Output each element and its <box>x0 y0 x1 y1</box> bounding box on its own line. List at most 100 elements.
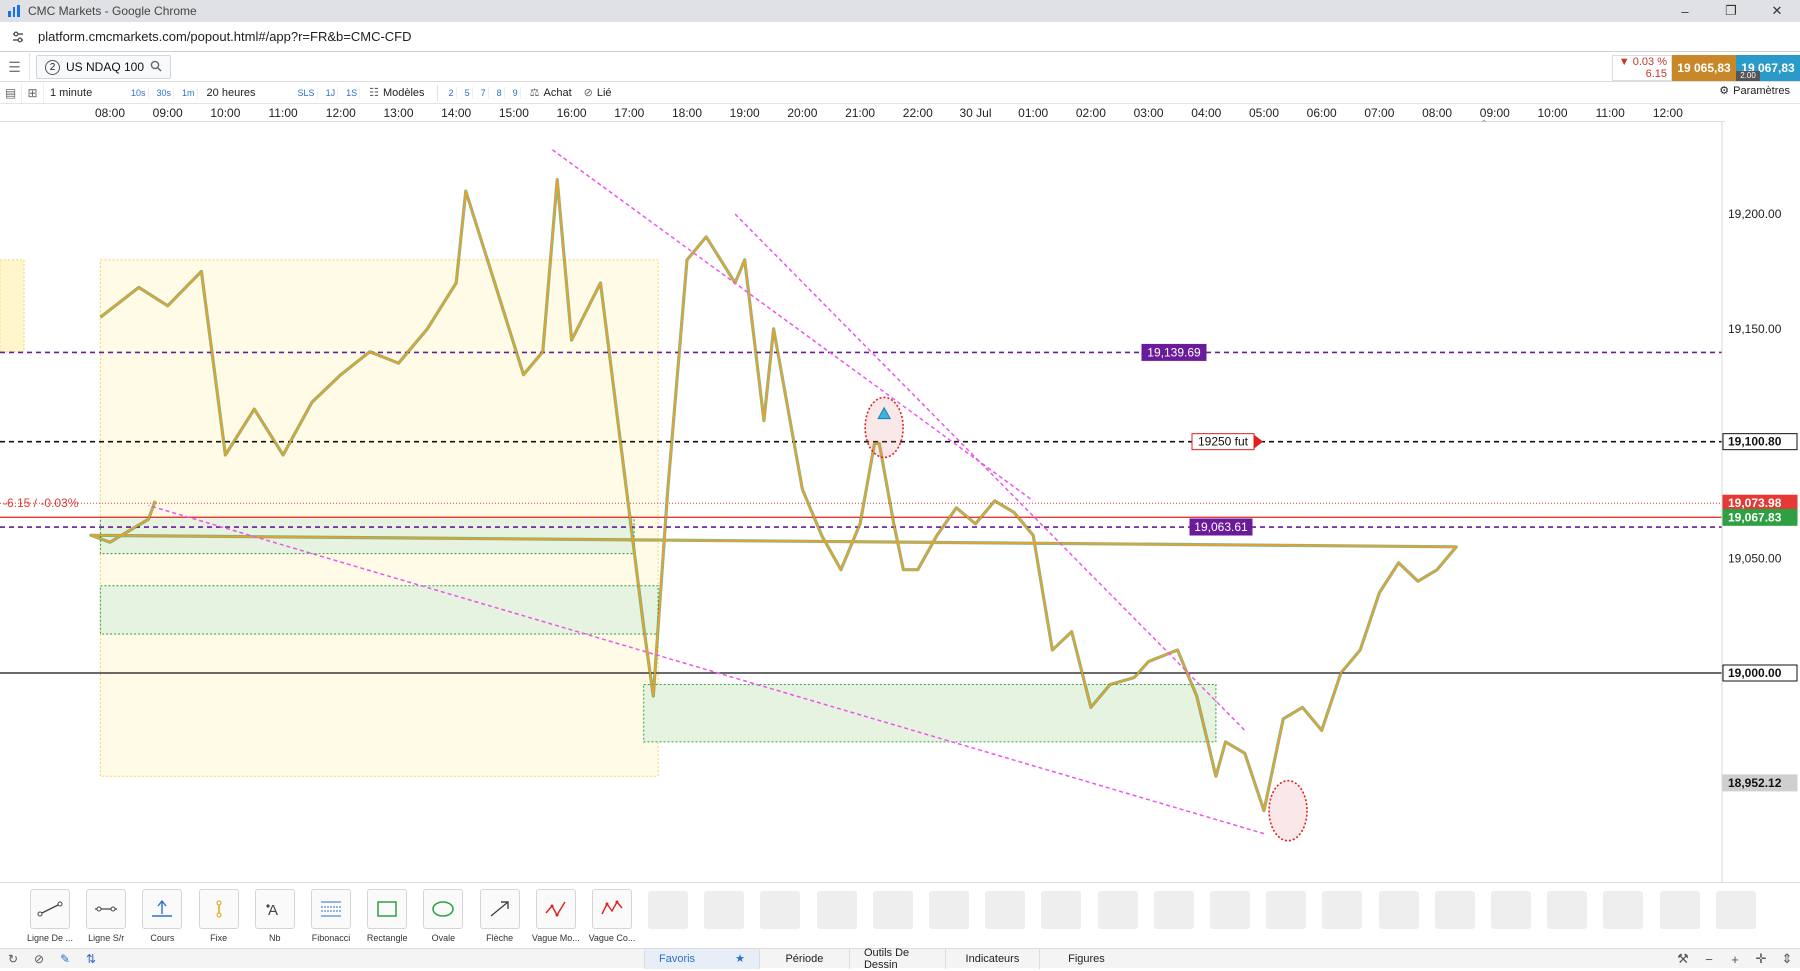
tool-fixed-line[interactable]: Fixe <box>191 889 247 943</box>
empty-tool-slot[interactable] <box>1603 891 1644 929</box>
magnet-icon[interactable]: ⇅ <box>78 949 104 969</box>
interval-select[interactable]: 1 minute <box>50 87 120 99</box>
arrow-icon[interactable] <box>479 889 520 929</box>
tab-indicators[interactable]: Indicateurs <box>944 948 1039 969</box>
sr-line-icon[interactable] <box>86 889 127 929</box>
interval-30s-button[interactable]: 30s <box>155 86 175 99</box>
buy-order-button[interactable]: ⚖ Achat <box>530 86 572 100</box>
address-bar[interactable]: platform.cmcmarkets.com/popout.html#/app… <box>0 22 1800 52</box>
range-1j-button[interactable]: 1J <box>324 86 339 99</box>
level-label-19063[interactable]: 19,063.61 <box>1189 518 1253 536</box>
price-chart[interactable]: 19,139.69 19250 fut 19,063.61 -6.15 / -0.03… <box>0 122 1800 882</box>
highlight-ellipse[interactable] <box>1268 779 1308 842</box>
app-logo-icon <box>8 5 21 17</box>
empty-tool-slot[interactable] <box>929 891 969 929</box>
tab-period[interactable]: Période <box>758 948 849 969</box>
close-window-button[interactable]: ✕ <box>1754 0 1800 22</box>
tool-text-note[interactable]: A Nb <box>247 889 303 943</box>
empty-tool-slot[interactable] <box>648 891 688 929</box>
oval-icon[interactable] <box>423 889 464 929</box>
tool-oval[interactable]: Ovale <box>415 889 471 943</box>
chart-list-icon[interactable]: ▤ <box>0 82 22 103</box>
empty-tool-slot[interactable] <box>985 891 1026 929</box>
menu-icon[interactable]: ☰ <box>0 52 30 82</box>
tab-figures[interactable]: Figures <box>1038 948 1133 969</box>
rectangle-icon[interactable] <box>367 889 408 929</box>
empty-tool-slot[interactable] <box>1715 891 1756 929</box>
highlight-ellipse[interactable] <box>864 396 904 459</box>
empty-tool-slot[interactable] <box>872 891 913 929</box>
empty-tool-slot[interactable] <box>1097 891 1138 929</box>
templates-button[interactable]: ☷ Modèles <box>369 86 424 100</box>
instrument-tab[interactable]: 2 US NDAQ 100 <box>36 55 172 79</box>
expand-icon[interactable]: ⇕ <box>1774 949 1800 969</box>
empty-tool-slot[interactable] <box>1659 891 1700 929</box>
site-info-icon[interactable] <box>10 29 26 45</box>
empty-tool-slot[interactable] <box>1547 891 1588 929</box>
green-supply-zone[interactable] <box>99 585 659 635</box>
time-tick-label: 19:00 <box>729 106 760 120</box>
corrective-wave-icon[interactable] <box>592 889 632 929</box>
tool-rectangle[interactable]: Rectangle <box>359 889 415 943</box>
range-1s-button[interactable]: 1S <box>344 86 361 99</box>
empty-tool-slot[interactable] <box>704 891 745 929</box>
price-chart-svg[interactable]: 19,139.69 19250 fut 19,063.61 -6.15 / -0.03… <box>0 122 1800 882</box>
tool-trend-line[interactable]: Ligne De ... <box>22 889 78 943</box>
interval-1m-button[interactable]: 1m <box>180 86 198 99</box>
price-marker-icon[interactable] <box>142 889 183 929</box>
tab-drawing-tools[interactable]: Outils De Dessin <box>848 947 945 971</box>
template-8-button[interactable]: 8 <box>495 86 505 99</box>
tool-arrow[interactable]: Flèche <box>472 889 528 943</box>
crosshair-icon[interactable]: ✛ <box>1748 949 1774 969</box>
zoom-out-icon[interactable]: − <box>1696 949 1722 969</box>
tool-fibonacci[interactable]: Fibonacci <box>303 889 359 943</box>
level-label-19250-fut[interactable]: 19250 fut <box>1191 433 1255 451</box>
empty-tool-slot[interactable] <box>1322 891 1363 929</box>
axis-label-19100-text: 19,100.80 <box>1728 435 1782 449</box>
linked-button[interactable]: ⊘ Lié <box>584 86 612 100</box>
level-label-19139[interactable]: 19,139.69 <box>1141 343 1207 361</box>
refresh-icon[interactable]: ↻ <box>0 949 26 969</box>
interval-10s-button[interactable]: 10s <box>129 86 149 99</box>
pencil-icon[interactable]: ✎ <box>52 949 78 969</box>
empty-tool-slot[interactable] <box>1266 891 1307 929</box>
empty-tool-slot[interactable] <box>1210 891 1250 929</box>
template-7-button[interactable]: 7 <box>479 86 489 99</box>
search-icon[interactable] <box>150 60 162 75</box>
empty-tool-slot[interactable] <box>1434 891 1475 929</box>
green-demand-zone[interactable] <box>643 683 1217 743</box>
sell-price-button[interactable]: 19 065,83 <box>1672 55 1736 81</box>
range-sls-button[interactable]: SLS <box>296 86 318 99</box>
empty-tool-slot[interactable] <box>1041 891 1082 929</box>
wave-icon[interactable] <box>535 889 576 929</box>
maximize-button[interactable]: ❐ <box>1708 0 1754 22</box>
empty-tool-slot[interactable] <box>1378 891 1419 929</box>
window-title: CMC Markets - Google Chrome <box>28 4 197 18</box>
minimize-button[interactable]: – <box>1662 0 1708 22</box>
fibonacci-icon[interactable] <box>311 889 351 929</box>
empty-tool-slot[interactable] <box>816 891 857 929</box>
tool-corrective-wave[interactable]: Vague Co... <box>584 889 640 943</box>
settings-tool-icon[interactable]: ⚒ <box>1670 949 1696 969</box>
fixed-line-icon[interactable] <box>198 889 239 929</box>
settings-button[interactable]: ⚙ Paramètres <box>1719 84 1790 98</box>
range-select[interactable]: 20 heures <box>207 87 287 99</box>
empty-tool-slot[interactable] <box>760 891 801 929</box>
block-icon[interactable]: ⊘ <box>26 949 52 969</box>
trend-line-icon[interactable] <box>30 889 70 929</box>
tool-label: Fibonacci <box>311 933 351 943</box>
text-note-icon[interactable]: A <box>254 889 295 929</box>
tool-sr-line[interactable]: Ligne S/r <box>78 889 134 943</box>
tab-favorites[interactable]: Favoris ★ <box>644 948 759 969</box>
empty-tool-slot[interactable] <box>1491 891 1531 929</box>
layout-grid-icon[interactable]: ⊞ <box>22 82 44 103</box>
template-5-button[interactable]: 5 <box>463 86 473 99</box>
template-9-button[interactable]: 9 <box>511 86 521 99</box>
zoom-in-icon[interactable]: + <box>1722 949 1748 969</box>
url-text[interactable]: platform.cmcmarkets.com/popout.html#/app… <box>38 29 412 44</box>
template-2-button[interactable]: 2 <box>447 86 457 99</box>
tool-price-marker[interactable]: Cours <box>134 889 190 943</box>
time-tick-label: 30 Jul <box>959 106 992 120</box>
empty-tool-slot[interactable] <box>1153 891 1194 929</box>
tool-wave[interactable]: Vague Mo... <box>528 889 584 943</box>
